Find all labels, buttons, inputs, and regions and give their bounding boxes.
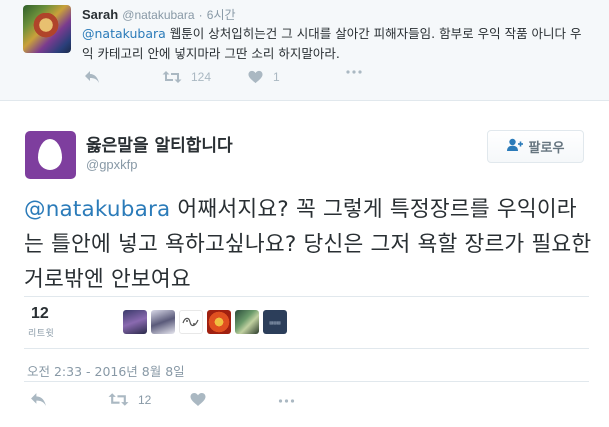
retweet-button[interactable]: 12	[108, 392, 151, 407]
reply-button[interactable]	[84, 70, 100, 84]
sketch-icon	[182, 317, 199, 327]
retweeter-avatar[interactable]	[207, 310, 231, 334]
follow-button-label: 팔로우	[528, 141, 565, 156]
reply-icon	[30, 392, 47, 407]
reply-button[interactable]	[30, 392, 47, 407]
follow-user-icon	[506, 138, 523, 156]
parent-author-name[interactable]: Sarah	[82, 7, 118, 22]
heart-icon	[248, 70, 263, 84]
egg-avatar-icon	[38, 139, 62, 170]
header-separator: ·	[198, 8, 203, 22]
main-author-name[interactable]: 옳은말을 알티합니다	[86, 131, 233, 156]
reply-icon	[84, 70, 100, 84]
parent-avatar[interactable]	[23, 5, 71, 53]
divider	[24, 381, 589, 382]
tweet-timestamp[interactable]: 오전 2:33 - 2016년 8월 8일	[27, 361, 185, 380]
more-icon	[278, 399, 295, 403]
heart-icon	[190, 392, 206, 407]
more-icon	[346, 70, 362, 74]
divider	[24, 348, 589, 349]
retweet-stat-count[interactable]: 12	[31, 305, 49, 323]
retweeter-avatar[interactable]	[235, 310, 259, 334]
main-author-handle[interactable]: @gpxkfp	[86, 157, 138, 172]
retweet-icon	[162, 70, 182, 84]
more-button[interactable]	[346, 70, 362, 74]
parent-author-handle[interactable]: @natakubara	[122, 8, 194, 22]
main-mention-link[interactable]: @natakubara	[24, 197, 170, 222]
parent-tweet-actions: 124 1	[84, 70, 384, 88]
retweeter-avatar[interactable]	[179, 310, 203, 334]
parent-mention-link[interactable]: @natakubara	[82, 26, 166, 41]
main-tweet-actions: 12	[30, 392, 330, 412]
parent-tweet[interactable]: Sarah @natakubara · 6시간 @natakubara 웹툰이 …	[0, 0, 609, 101]
more-button[interactable]	[278, 399, 295, 403]
divider	[24, 296, 589, 297]
retweet-icon	[108, 392, 129, 407]
retweet-count: 12	[138, 392, 152, 407]
like-count: 1	[273, 70, 280, 84]
main-tweet-text: @natakubara 어째서지요? 꼭 그렇게 특정장르를 우익이라는 틀안에…	[24, 192, 594, 297]
retweet-count: 124	[191, 70, 212, 84]
parent-tweet-header: Sarah @natakubara · 6시간	[82, 6, 236, 23]
retweeter-avatar[interactable]	[123, 310, 147, 334]
retweet-stat-label[interactable]: 리트윗	[28, 326, 54, 339]
retweeter-avatar[interactable]	[151, 310, 175, 334]
like-button[interactable]: 1	[248, 70, 280, 84]
parent-tweet-time[interactable]: 6시간	[207, 8, 236, 22]
parent-tweet-text: @natakubara 웹툰이 상처입히는건 그 시대를 살아간 피해자들임. …	[82, 24, 587, 64]
like-button[interactable]	[190, 392, 206, 407]
main-avatar[interactable]	[25, 131, 76, 179]
retweeter-avatars: ▤▤▤	[123, 310, 287, 334]
avatar-pattern: ▤▤▤	[269, 319, 281, 325]
retweeter-avatar[interactable]: ▤▤▤	[263, 310, 287, 334]
follow-button[interactable]: 팔로우	[487, 130, 584, 163]
retweet-button[interactable]: 124	[162, 70, 211, 84]
